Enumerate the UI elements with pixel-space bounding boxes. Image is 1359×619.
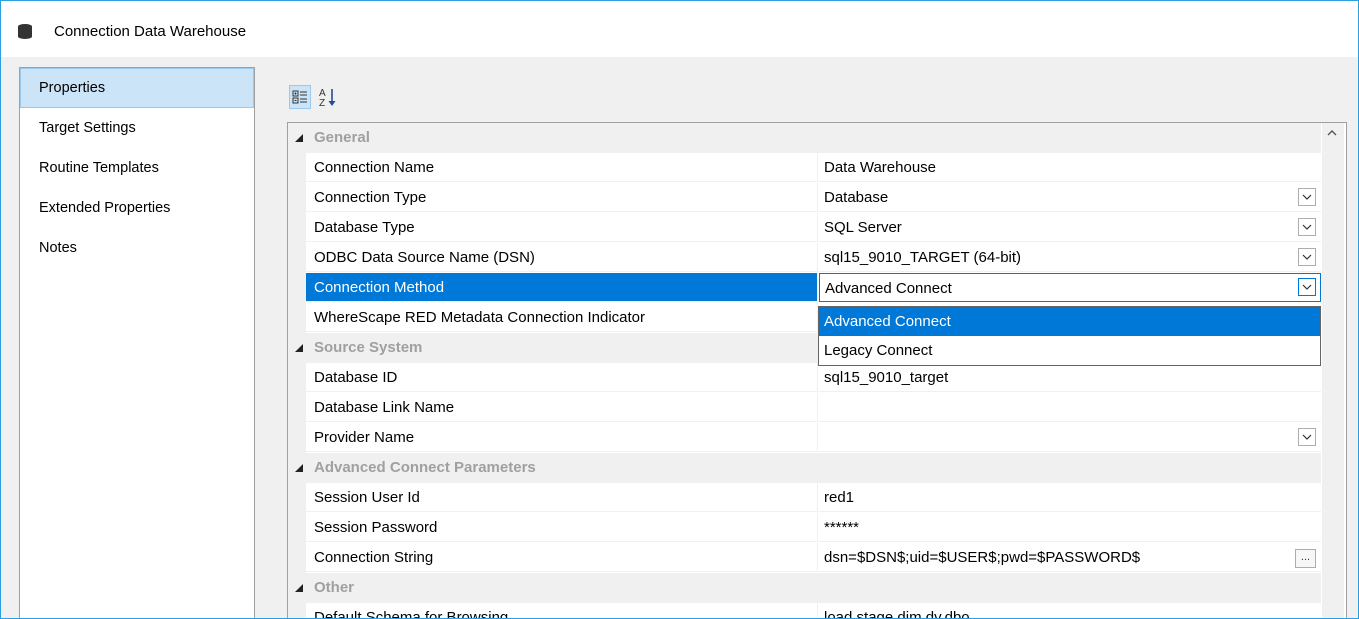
property-value[interactable]: ******	[819, 513, 1321, 542]
dropdown-button[interactable]	[1298, 278, 1316, 296]
chevron-down-icon	[1302, 224, 1312, 230]
property-value[interactable]: sql15_9010_TARGET (64-bit)	[819, 243, 1321, 272]
property-row[interactable]: ODBC Data Source Name (DSN) sql15_9010_T…	[288, 243, 1321, 273]
chevron-down-icon	[1302, 284, 1312, 290]
property-name: Connection Name	[306, 153, 818, 182]
scroll-thumb[interactable]	[1322, 153, 1344, 618]
categorized-icon	[292, 90, 307, 104]
property-row[interactable]: Connection Type Database	[288, 183, 1321, 213]
chevron-down-icon	[1302, 434, 1312, 440]
category-label: Other	[314, 579, 355, 596]
row-gutter	[288, 213, 306, 243]
row-gutter	[288, 483, 306, 513]
property-value[interactable]	[819, 393, 1321, 422]
category-label: Advanced Connect Parameters	[314, 459, 536, 476]
alphabetical-button[interactable]: A Z	[317, 85, 339, 109]
property-row[interactable]: Database ID sql15_9010_target	[288, 363, 1321, 393]
property-value[interactable]: dsn=$DSN$;uid=$USER$;pwd=$PASSWORD$	[819, 543, 1321, 572]
row-gutter	[288, 363, 306, 393]
title-bar: Connection Data Warehouse	[1, 1, 1358, 57]
dropdown-option-advanced-connect[interactable]: Advanced Connect	[819, 307, 1320, 336]
row-gutter	[288, 603, 306, 618]
ellipsis-button[interactable]: ...	[1295, 549, 1316, 568]
property-value[interactable]: Advanced Connect	[819, 273, 1321, 302]
property-row[interactable]: Connection Name Data Warehouse	[288, 153, 1321, 183]
categorized-button[interactable]	[289, 85, 311, 109]
sort-alphabetical-icon: A Z	[319, 88, 336, 109]
property-value[interactable]	[819, 423, 1321, 452]
window-title: Connection Data Warehouse	[54, 23, 247, 40]
settings-nav: Properties Target Settings Routine Templ…	[19, 67, 255, 618]
property-name: Database ID	[306, 363, 818, 392]
connection-dialog: Connection Data Warehouse Properties Tar…	[0, 0, 1359, 619]
property-row-selected[interactable]: Connection Method Advanced Connect	[288, 273, 1321, 303]
category-label: General	[314, 129, 370, 146]
dropdown-button[interactable]	[1298, 248, 1316, 266]
connection-method-dropdown-list: Advanced Connect Legacy Connect	[818, 306, 1321, 366]
row-gutter	[288, 303, 306, 333]
property-value[interactable]: Database	[819, 183, 1321, 212]
property-name: ODBC Data Source Name (DSN)	[306, 243, 818, 272]
category-advanced-connect[interactable]: Advanced Connect Parameters	[288, 453, 1321, 483]
row-gutter	[288, 153, 306, 183]
row-gutter	[288, 423, 306, 453]
nav-item-properties[interactable]: Properties	[20, 68, 254, 108]
row-gutter	[288, 243, 306, 273]
property-row[interactable]: Session User Id red1	[288, 483, 1321, 513]
property-value[interactable]: load,stage,dim,dv,dbo	[819, 603, 1321, 618]
row-gutter	[288, 183, 306, 213]
property-name: WhereScape RED Metadata Connection Indic…	[306, 303, 818, 332]
property-name: Connection Method	[306, 273, 818, 302]
property-row[interactable]: Default Schema for Browsing load,stage,d…	[288, 603, 1321, 618]
dropdown-button[interactable]	[1298, 188, 1316, 206]
property-name: Default Schema for Browsing	[306, 603, 818, 618]
dropdown-button[interactable]	[1298, 428, 1316, 446]
category-other[interactable]: Other	[288, 573, 1321, 603]
database-icon	[18, 24, 32, 39]
nav-item-routine-templates[interactable]: Routine Templates	[20, 148, 254, 188]
property-value[interactable]: red1	[819, 483, 1321, 512]
category-general[interactable]: General	[288, 123, 1321, 153]
svg-text:Z: Z	[319, 98, 325, 109]
property-value[interactable]: Data Warehouse	[819, 153, 1321, 182]
chevron-down-icon	[1302, 194, 1312, 200]
property-value[interactable]: SQL Server	[819, 213, 1321, 242]
property-name: Connection String	[306, 543, 818, 572]
vertical-scrollbar[interactable]	[1322, 123, 1344, 618]
property-name: Provider Name	[306, 423, 818, 452]
scroll-up-icon[interactable]	[1326, 129, 1338, 137]
chevron-down-icon	[1302, 254, 1312, 260]
row-gutter	[288, 393, 306, 423]
row-gutter	[288, 273, 306, 303]
property-name: Database Link Name	[306, 393, 818, 422]
property-grid: General Connection Name Data Warehouse C…	[287, 122, 1347, 618]
row-gutter	[288, 543, 306, 573]
nav-item-extended-properties[interactable]: Extended Properties	[20, 188, 254, 228]
row-gutter	[288, 513, 306, 543]
property-name: Connection Type	[306, 183, 818, 212]
property-name: Session Password	[306, 513, 818, 542]
property-name: Database Type	[306, 213, 818, 242]
dropdown-option-legacy-connect[interactable]: Legacy Connect	[819, 336, 1320, 365]
property-row[interactable]: Session Password ******	[288, 513, 1321, 543]
nav-item-notes[interactable]: Notes	[20, 228, 254, 268]
property-value[interactable]: sql15_9010_target	[819, 363, 1321, 392]
nav-item-target-settings[interactable]: Target Settings	[20, 108, 254, 148]
property-name: Session User Id	[306, 483, 818, 512]
property-row[interactable]: Connection String dsn=$DSN$;uid=$USER$;p…	[288, 543, 1321, 573]
property-row[interactable]: Provider Name	[288, 423, 1321, 453]
property-row[interactable]: Database Type SQL Server	[288, 213, 1321, 243]
property-row[interactable]: Database Link Name	[288, 393, 1321, 423]
dropdown-button[interactable]	[1298, 218, 1316, 236]
